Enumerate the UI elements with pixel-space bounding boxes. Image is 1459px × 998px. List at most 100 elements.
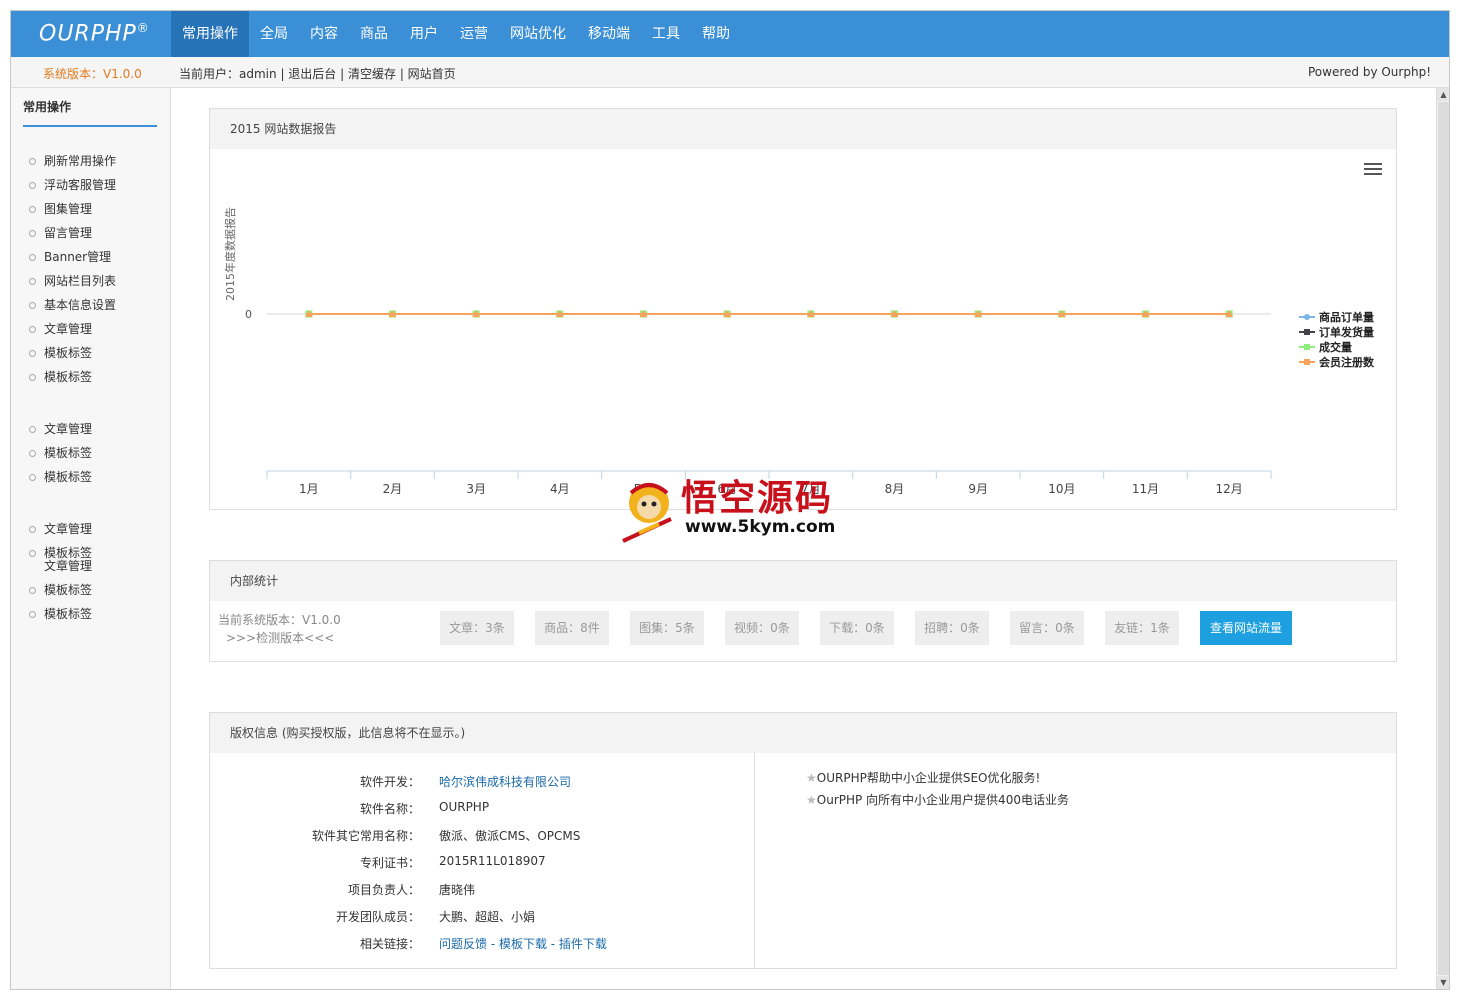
- vertical-scrollbar[interactable]: ▲ ▼: [1436, 88, 1449, 989]
- developer-link[interactable]: 哈尔滨伟成科技有限公司: [439, 773, 571, 790]
- chart-x-tick-label: 11月: [1132, 482, 1159, 496]
- legend-item-registrations[interactable]: 会员注册数: [1299, 354, 1374, 369]
- watermark: 悟空源码 www.5kym.com: [619, 469, 859, 549]
- scrollbar-thumb[interactable]: [1438, 102, 1449, 975]
- related-links[interactable]: 问题反馈 - 模板下载 - 插件下载: [439, 935, 607, 952]
- sidebar-item-template-tags[interactable]: 模板标签: [29, 581, 92, 598]
- sidebar-item-banner[interactable]: Banner管理: [29, 248, 111, 265]
- chart-x-tick-label: 4月: [550, 482, 570, 496]
- legend-item-shipped-orders[interactable]: 订单发货量: [1299, 324, 1374, 339]
- clear-cache-link[interactable]: 清空缓存: [348, 67, 396, 81]
- note-400-phone: ★OurPHP 向所有中小企业用户提供400电话业务: [806, 791, 1069, 808]
- sidebar-item-float-service[interactable]: 浮动客服管理: [29, 176, 116, 193]
- legend-item-deals[interactable]: 成交量: [1299, 339, 1374, 354]
- bullet-icon: [29, 450, 36, 457]
- report-panel-title: 2015 网站数据报告: [210, 109, 1396, 149]
- sidebar-item-label: 文章管理: [44, 322, 93, 336]
- bullet-icon: [29, 374, 36, 381]
- view-traffic-button[interactable]: 查看网站流量: [1200, 611, 1292, 645]
- sub-bar: 系统版本：V1.0.0 当前用户：admin | 退出后台 | 清空缓存 | 网…: [11, 57, 1449, 88]
- info-label: 项目负责人：: [347, 883, 420, 897]
- bullet-icon: [29, 526, 36, 533]
- sidebar-item-template-tags[interactable]: 模板标签: [29, 368, 92, 385]
- info-row-aliases: 软件其它常用名称： 傲派、傲派CMS、OPCMS: [210, 827, 750, 847]
- info-row-team: 开发团队成员： 大鹏、超超、小娟: [210, 908, 750, 928]
- nav-item-help[interactable]: 帮助: [691, 11, 741, 57]
- chart-menu-icon[interactable]: [1364, 163, 1382, 177]
- star-icon: ★: [806, 771, 817, 785]
- info-label: 软件开发：: [359, 775, 420, 789]
- current-version: 当前系统版本：V1.0.0: [218, 613, 341, 627]
- info-row-software-name: 软件名称： OURPHP: [210, 800, 750, 820]
- legend-label: 成交量: [1319, 340, 1352, 354]
- scroll-up-icon[interactable]: ▲: [1437, 88, 1449, 101]
- bullet-icon: [29, 158, 36, 165]
- nav-item-seo[interactable]: 网站优化: [499, 11, 577, 57]
- sidebar-item-articles[interactable]: 文章管理: [29, 520, 92, 537]
- sidebar-item-columns[interactable]: 网站栏目列表: [29, 272, 116, 289]
- sidebar-item-articles[interactable]: 文章管理: [29, 320, 92, 337]
- bullet-icon: [29, 474, 36, 481]
- watermark-text: 悟空源码: [681, 477, 834, 519]
- info-row-developer: 软件开发： 哈尔滨伟成科技有限公司: [210, 773, 750, 793]
- nav-item-common[interactable]: 常用操作: [171, 11, 249, 57]
- top-navbar: OURPHP® 常用操作 全局 内容 商品 用户 运营 网站优化 移动端 工具 …: [11, 11, 1449, 57]
- note-text: OurPHP 向所有中小企业用户提供400电话业务: [816, 793, 1069, 807]
- legend-item-product-orders[interactable]: 商品订单量: [1299, 309, 1374, 324]
- square-marker-icon: [1299, 342, 1315, 352]
- triangle-marker-icon: [1299, 357, 1315, 367]
- legend-label: 订单发货量: [1319, 325, 1374, 339]
- stat-jobs: 招聘：0条: [915, 611, 989, 645]
- nav-item-tools[interactable]: 工具: [641, 11, 691, 57]
- sidebar-item-messages[interactable]: 留言管理: [29, 224, 92, 241]
- app-window: OURPHP® 常用操作 全局 内容 商品 用户 运营 网站优化 移动端 工具 …: [10, 10, 1450, 990]
- main-nav: 常用操作 全局 内容 商品 用户 运营 网站优化 移动端 工具 帮助: [171, 11, 741, 57]
- bullet-icon: [29, 278, 36, 285]
- bullet-icon: [29, 611, 36, 618]
- info-row-lead: 项目负责人： 唐晓伟: [210, 881, 750, 901]
- sidebar-item-template-tags[interactable]: 模板标签: [29, 605, 92, 622]
- nav-item-products[interactable]: 商品: [349, 11, 399, 57]
- sidebar-item-template-tags[interactable]: 模板标签: [29, 468, 92, 485]
- sidebar-item-articles[interactable]: 文章管理: [29, 557, 92, 574]
- info-value: 唐晓伟: [439, 883, 476, 897]
- chart-x-tick-label: 9月: [968, 482, 988, 496]
- stat-gallery: 图集：5条: [630, 611, 704, 645]
- sidebar-item-template-tags[interactable]: 模板标签: [29, 344, 92, 361]
- scroll-down-icon[interactable]: ▼: [1437, 976, 1449, 989]
- stats-panel-title: 内部统计: [210, 561, 1396, 601]
- site-home-link[interactable]: 网站首页: [408, 67, 456, 81]
- info-label: 软件其它常用名称：: [311, 829, 420, 843]
- chart-y-tick-label: 0: [245, 308, 252, 321]
- sidebar-item-articles[interactable]: 文章管理: [29, 420, 92, 437]
- sidebar-item-gallery[interactable]: 图集管理: [29, 200, 92, 217]
- nav-item-content[interactable]: 内容: [299, 11, 349, 57]
- user-prefix: 当前用户：: [179, 67, 240, 81]
- info-row-links: 相关链接： 问题反馈 - 模板下载 - 插件下载: [210, 935, 750, 955]
- sidebar-item-label: 模板标签: [44, 446, 93, 460]
- nav-item-global[interactable]: 全局: [249, 11, 299, 57]
- sidebar-item-label: 模板标签: [44, 346, 93, 360]
- check-version-link[interactable]: >>>检测版本<<<: [218, 629, 341, 647]
- nav-item-users[interactable]: 用户: [399, 11, 449, 57]
- sidebar-item-label: Banner管理: [44, 250, 112, 264]
- system-version: 系统版本：V1.0.0: [43, 67, 142, 81]
- info-value: 大鹏、超超、小娟: [439, 910, 536, 924]
- separator: |: [276, 67, 289, 81]
- chart-x-tick-label: 3月: [466, 482, 486, 496]
- sidebar-item-label: 留言管理: [44, 226, 93, 240]
- info-value: OURPHP: [439, 800, 490, 814]
- bullet-icon: [29, 350, 36, 357]
- stat-articles: 文章：3条: [440, 611, 514, 645]
- separator: |: [336, 67, 348, 81]
- sidebar-item-refresh[interactable]: 刷新常用操作: [29, 152, 116, 169]
- stats-panel: 内部统计 当前系统版本：V1.0.0 >>>检测版本<<< 文章：3条 商品：8…: [209, 560, 1397, 662]
- nav-item-operations[interactable]: 运营: [449, 11, 499, 57]
- nav-item-mobile[interactable]: 移动端: [577, 11, 641, 57]
- sidebar-item-template-tags[interactable]: 模板标签: [29, 444, 92, 461]
- sidebar-item-label: 文章管理: [44, 559, 93, 573]
- stat-messages: 留言：0条: [1010, 611, 1084, 645]
- logout-link[interactable]: 退出后台: [288, 67, 336, 81]
- sidebar-item-basic-settings[interactable]: 基本信息设置: [29, 296, 116, 313]
- sidebar-item-label: 文章管理: [44, 422, 93, 436]
